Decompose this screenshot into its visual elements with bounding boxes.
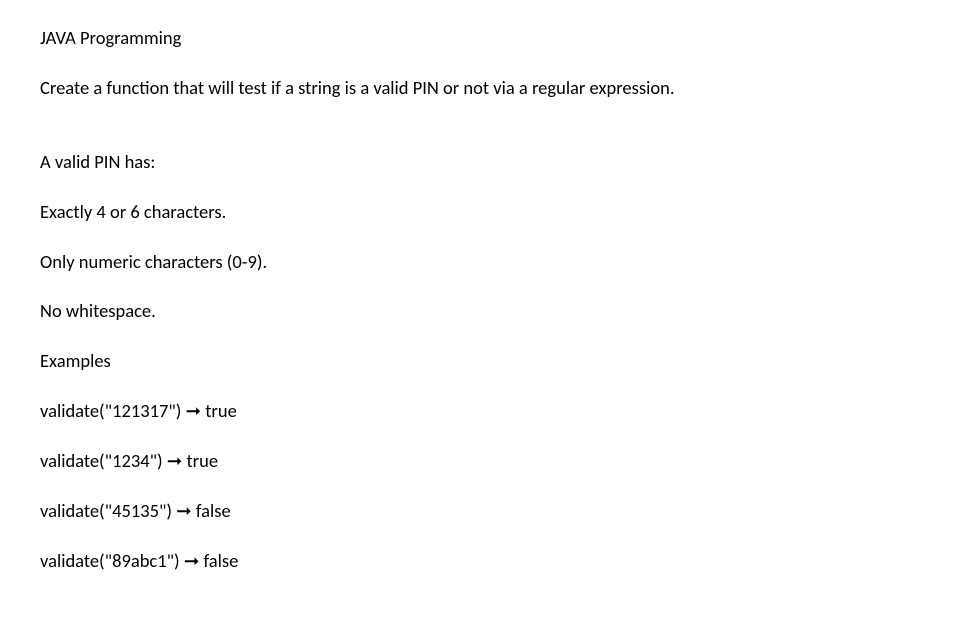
example-4: validate("89abc1") ➞ false	[40, 548, 932, 574]
rule-2: Only numeric characters (0-9).	[40, 249, 932, 275]
page-title: JAVA Programming	[40, 25, 181, 51]
examples-heading: Examples	[40, 348, 932, 374]
rule-1: Exactly 4 or 6 characters.	[40, 199, 932, 225]
spacer	[40, 125, 932, 149]
description-text: Create a function that will test if a st…	[40, 75, 932, 101]
title-line: JAVA Programming	[40, 25, 932, 51]
example-3: validate("45135") ➞ false	[40, 498, 932, 524]
section-heading: A valid PIN has:	[40, 149, 932, 175]
example-2: validate("1234") ➞ true	[40, 448, 932, 474]
rule-3: No whitespace.	[40, 298, 932, 324]
example-1: validate("121317") ➞ true	[40, 398, 932, 424]
